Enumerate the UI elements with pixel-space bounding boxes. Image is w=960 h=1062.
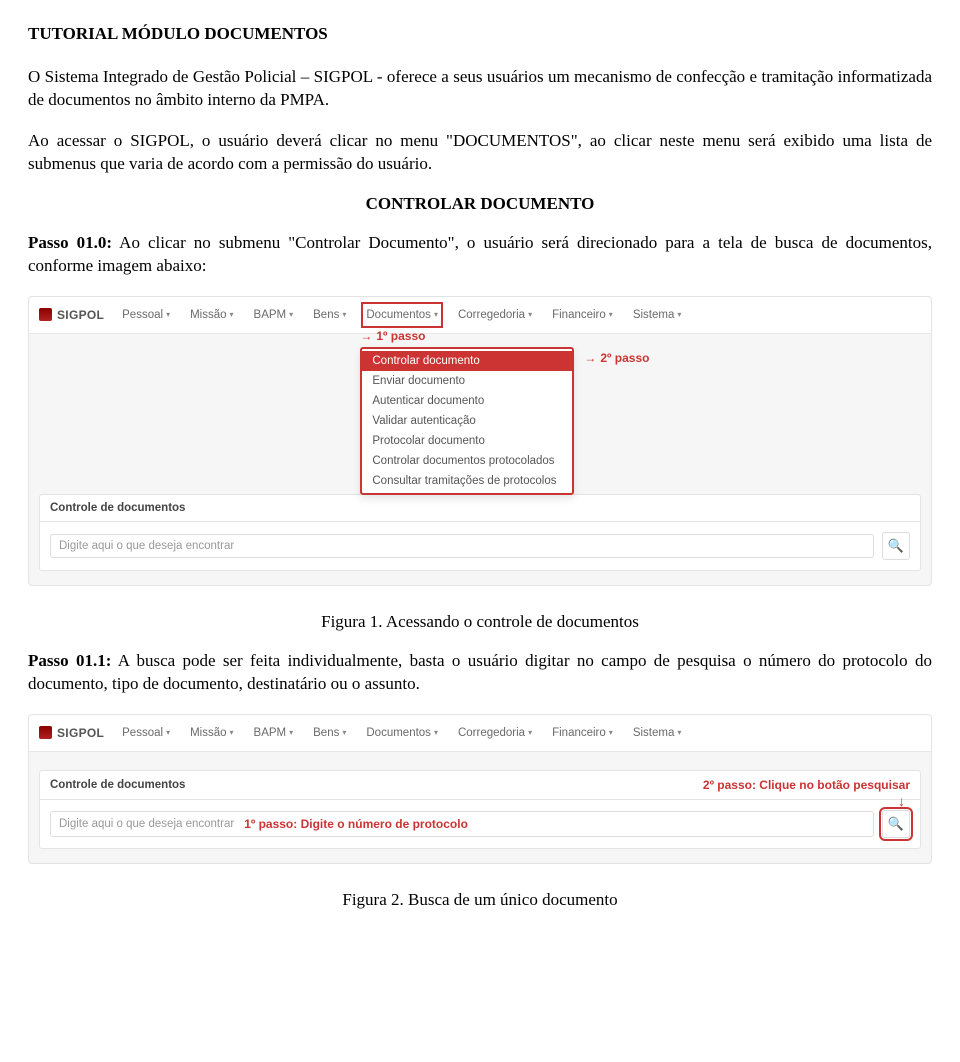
figure-2-caption: Figura 2. Busca de um único documento — [28, 890, 932, 910]
documentos-dropdown: Controlar documento Enviar documento Aut… — [360, 347, 574, 495]
chevron-down-icon: ▾ — [528, 728, 532, 737]
step-text: A busca pode ser feita individualmente, … — [28, 651, 932, 693]
chevron-down-icon: ▾ — [434, 310, 438, 319]
nav-pessoal[interactable]: Pessoal▾ — [120, 305, 172, 325]
intro-paragraph-1: O Sistema Integrado de Gestão Policial –… — [28, 66, 932, 112]
nav-missao[interactable]: Missão▾ — [188, 305, 235, 325]
arrow-down-icon: ↓ — [898, 793, 905, 809]
chevron-down-icon: ▾ — [342, 728, 346, 737]
nav-sistema[interactable]: Sistema▾ — [631, 723, 684, 743]
chevron-down-icon: ▾ — [342, 310, 346, 319]
chevron-down-icon: ▾ — [609, 728, 613, 737]
nav-pessoal[interactable]: Pessoal▾ — [120, 723, 172, 743]
chevron-down-icon: ▾ — [434, 728, 438, 737]
page-title: TUTORIAL MÓDULO DOCUMENTOS — [28, 24, 932, 44]
chevron-down-icon: ▾ — [289, 310, 293, 319]
brand-label: SIGPOL — [57, 726, 104, 740]
chevron-down-icon: ▾ — [677, 310, 681, 319]
chevron-down-icon: ▾ — [166, 728, 170, 737]
chevron-down-icon: ▾ — [289, 728, 293, 737]
nav-bapm[interactable]: BAPM▾ — [252, 305, 296, 325]
dd-enviar-documento[interactable]: Enviar documento — [362, 371, 572, 391]
app-brand[interactable]: SIGPOL — [39, 726, 104, 740]
panel-controle-documentos: Controle de documentos 2º passo: Clique … — [39, 770, 921, 849]
annotation-step1: 1º passo — [360, 329, 425, 343]
nav-corregedoria[interactable]: Corregedoria▾ — [456, 305, 534, 325]
search-placeholder: Digite aqui o que deseja encontrar — [59, 818, 234, 830]
dd-consultar-tramitacoes[interactable]: Consultar tramitações de protocolos — [362, 471, 572, 491]
chevron-down-icon: ▾ — [230, 310, 234, 319]
screenshot-figure-1: SIGPOL Pessoal▾ Missão▾ BAPM▾ Bens▾ Docu… — [28, 296, 932, 586]
step-label: Passo 01.1: — [28, 651, 111, 670]
brand-icon — [39, 308, 52, 321]
dd-controlar-protocolados[interactable]: Controlar documentos protocolados — [362, 451, 572, 471]
brand-label: SIGPOL — [57, 308, 104, 322]
step-01-1: Passo 01.1: A busca pode ser feita indiv… — [28, 650, 932, 696]
step-01-0: Passo 01.0: Ao clicar no submenu "Contro… — [28, 232, 932, 278]
chevron-down-icon: ▾ — [230, 728, 234, 737]
dd-autenticar-documento[interactable]: Autenticar documento — [362, 391, 572, 411]
step-text: Ao clicar no submenu "Controlar Document… — [28, 233, 932, 275]
nav-bens[interactable]: Bens▾ — [311, 723, 348, 743]
brand-icon — [39, 726, 52, 739]
nav-financeiro[interactable]: Financeiro▾ — [550, 305, 615, 325]
screenshot-figure-2: SIGPOL Pessoal▾ Missão▾ BAPM▾ Bens▾ Docu… — [28, 714, 932, 864]
step-label: Passo 01.0: — [28, 233, 112, 252]
nav-missao[interactable]: Missão▾ — [188, 723, 235, 743]
panel-title: Controle de documentos — [40, 495, 920, 522]
nav-financeiro[interactable]: Financeiro▾ — [550, 723, 615, 743]
search-input[interactable]: Digite aqui o que deseja encontrar — [50, 534, 874, 558]
chevron-down-icon: ▾ — [609, 310, 613, 319]
nav-bapm[interactable]: BAPM▾ — [252, 723, 296, 743]
search-button[interactable]: 🔍 ↓ — [882, 810, 910, 838]
panel-title: Controle de documentos 2º passo: Clique … — [40, 771, 920, 800]
nav-documentos[interactable]: Documentos▾ — [364, 305, 440, 325]
nav-bens[interactable]: Bens▾ — [311, 305, 348, 325]
search-button[interactable]: 🔍 — [882, 532, 910, 560]
dd-protocolar-documento[interactable]: Protocolar documento — [362, 431, 572, 451]
app-navbar: SIGPOL Pessoal▾ Missão▾ BAPM▾ Bens▾ Docu… — [29, 715, 931, 752]
nav-corregedoria[interactable]: Corregedoria▾ — [456, 723, 534, 743]
dd-validar-autenticacao[interactable]: Validar autenticação — [362, 411, 572, 431]
annotation-step2: → 2º passo — [584, 351, 649, 365]
search-input[interactable]: Digite aqui o que deseja encontrar 1º pa… — [50, 811, 874, 837]
app-navbar: SIGPOL Pessoal▾ Missão▾ BAPM▾ Bens▾ Docu… — [29, 297, 931, 334]
chevron-down-icon: ▾ — [166, 310, 170, 319]
panel-controle-documentos: Controle de documentos Digite aqui o que… — [39, 494, 921, 571]
search-icon: 🔍 — [888, 816, 904, 832]
section-heading: CONTROLAR DOCUMENTO — [28, 194, 932, 214]
chevron-down-icon: ▾ — [528, 310, 532, 319]
nav-sistema[interactable]: Sistema▾ — [631, 305, 684, 325]
search-placeholder: Digite aqui o que deseja encontrar — [59, 540, 234, 552]
annotation-step1-input: 1º passo: Digite o número de protocolo — [244, 817, 468, 831]
app-brand[interactable]: SIGPOL — [39, 308, 104, 322]
nav-documentos[interactable]: Documentos▾ — [364, 723, 440, 743]
chevron-down-icon: ▾ — [677, 728, 681, 737]
figure-1-caption: Figura 1. Acessando o controle de docume… — [28, 612, 932, 632]
dd-controlar-documento[interactable]: Controlar documento — [362, 351, 572, 371]
search-icon: 🔍 — [888, 538, 904, 554]
intro-paragraph-2: Ao acessar o SIGPOL, o usuário deverá cl… — [28, 130, 932, 176]
annotation-step2-btn: 2º passo: Clique no botão pesquisar — [703, 778, 910, 792]
